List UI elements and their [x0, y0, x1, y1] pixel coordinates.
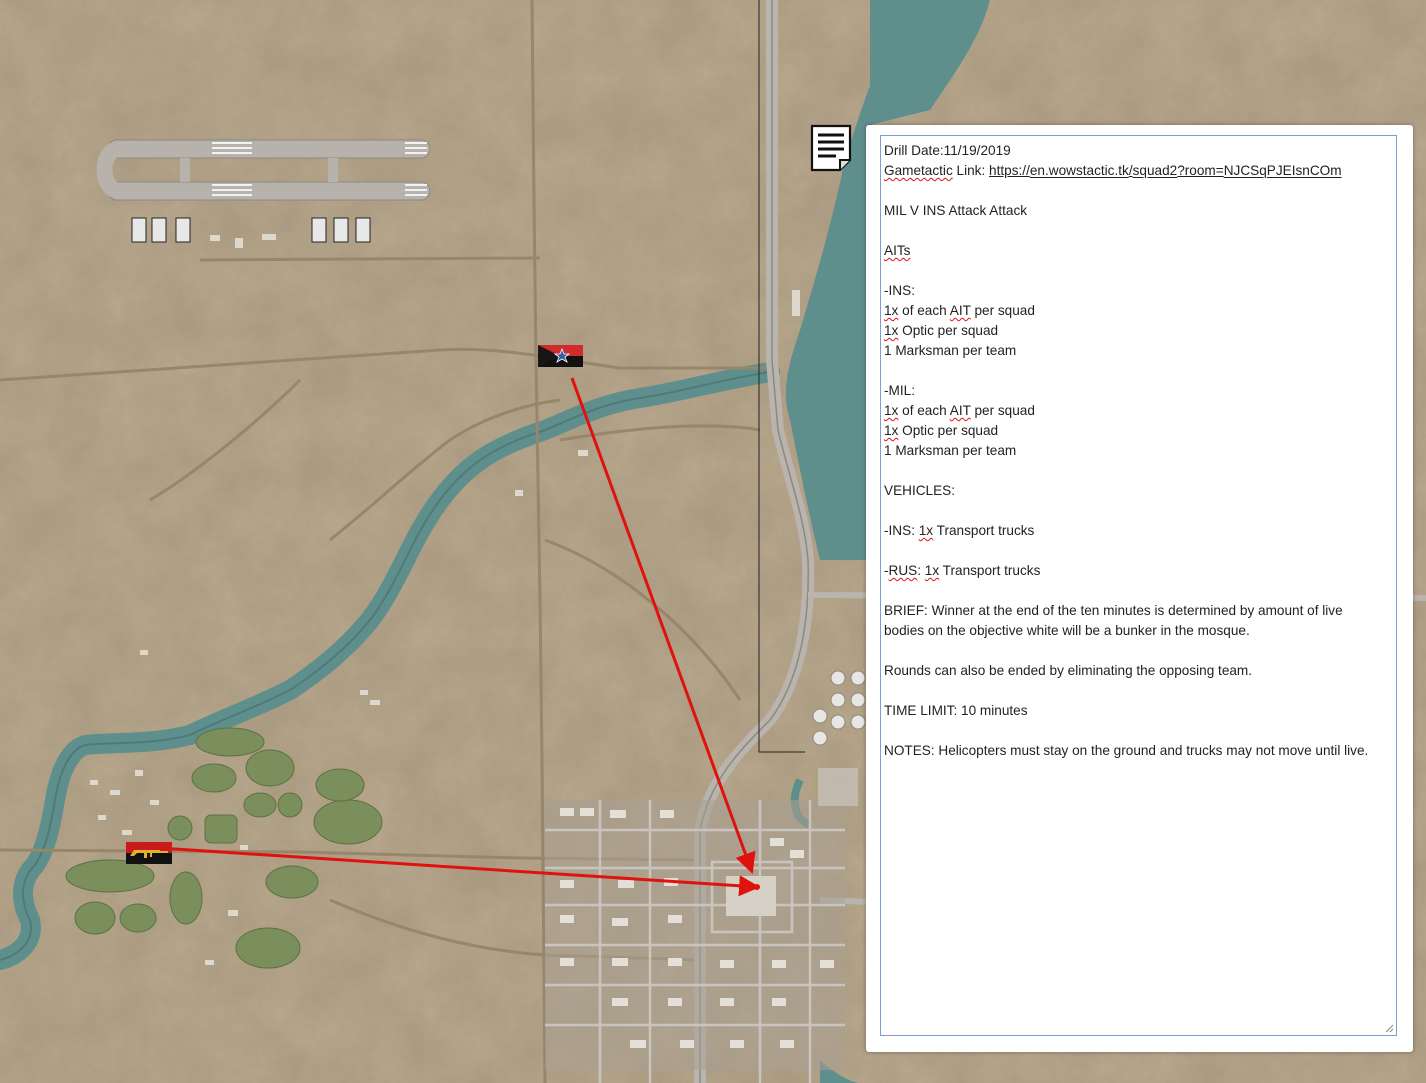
notes-text: -MIL:: [884, 383, 915, 398]
notes-text: Optic per squad: [898, 423, 999, 438]
notes-text: AIT: [949, 403, 971, 418]
notes-text: Rounds can also be ended by eliminating …: [884, 663, 1253, 678]
notes-text: BRIEF: Winner at the end of the ten minu…: [884, 603, 1343, 618]
notes-line: Rounds can also be ended by eliminating …: [884, 661, 1393, 681]
notes-line: Gametactic Link: https://en.wowstactic.t…: [884, 161, 1393, 181]
notes-line: [884, 221, 1393, 241]
notes-text: -INS:: [884, 283, 915, 298]
notes-line: BRIEF: Winner at the end of the ten minu…: [884, 601, 1393, 621]
notes-line: [884, 261, 1393, 281]
notes-text: 1x: [884, 423, 899, 438]
notes-link-text[interactable]: squad2: [1133, 163, 1178, 178]
notes-text: Transport trucks: [933, 523, 1035, 538]
notes-line: [884, 461, 1393, 481]
notes-text: 1x: [884, 403, 899, 418]
notes-line: [884, 581, 1393, 601]
notes-line: Drill Date:11/19/2019: [884, 141, 1393, 161]
notes-line: -RUS: 1x Transport trucks: [884, 561, 1393, 581]
notes-text: :: [917, 563, 925, 578]
notes-text: Link:: [952, 163, 990, 178]
notes-line: TIME LIMIT: 10 minutes: [884, 701, 1393, 721]
notes-document-icon[interactable]: [809, 124, 853, 172]
notes-line: AITs: [884, 241, 1393, 261]
notes-text: TIME LIMIT: 10 minutes: [884, 703, 1028, 718]
notes-text: Transport trucks: [939, 563, 1041, 578]
notes-text: of each: [898, 403, 950, 418]
notes-line: 1x Optic per squad: [884, 421, 1393, 441]
objective-marker: [754, 884, 760, 890]
notes-text: 1x: [884, 303, 899, 318]
notes-line: [884, 501, 1393, 521]
notes-line: VEHICLES:: [884, 481, 1393, 501]
notes-line: -INS:: [884, 281, 1393, 301]
mil-flag[interactable]: [126, 842, 172, 864]
notes-line: [884, 641, 1393, 661]
notes-line: -MIL:: [884, 381, 1393, 401]
notes-text: RUS: [888, 563, 918, 578]
notes-text: 1x: [924, 563, 940, 578]
notes-line: MIL V INS Attack Attack: [884, 201, 1393, 221]
notes-text: of each: [898, 303, 950, 318]
notes-text: AITs: [884, 243, 911, 258]
notes-text: per squad: [970, 303, 1035, 318]
notes-text: MIL V INS Attack Attack: [884, 203, 1028, 218]
notes-text: VEHICLES:: [884, 483, 956, 498]
notes-line: 1 Marksman per team: [884, 441, 1393, 461]
notes-text: Drill Date:11/19/2019: [884, 143, 1011, 158]
notes-line: [884, 541, 1393, 561]
notes-text: per squad: [970, 403, 1035, 418]
notes-text: 1x: [884, 323, 899, 338]
notes-line: NOTES: Helicopters must stay on the grou…: [884, 741, 1393, 761]
notes-text: 1 Marksman per team: [884, 343, 1017, 358]
notes-panel: Drill Date:11/19/2019 Gametactic Link: ht…: [866, 125, 1413, 1052]
notes-line: -INS: 1x Transport trucks: [884, 521, 1393, 541]
notes-text: Gametactic: [884, 163, 953, 178]
notes-line: [884, 361, 1393, 381]
notes-line: 1x Optic per squad: [884, 321, 1393, 341]
notes-text: 1 Marksman per team: [884, 443, 1017, 458]
notes-text: 1x: [918, 523, 934, 538]
notes-text: NOTES: Helicopters must stay on the grou…: [884, 743, 1369, 758]
notes-text: AIT: [949, 303, 971, 318]
notes-line: bodies on the objective white will be a …: [884, 621, 1393, 641]
notes-link-text[interactable]: https: [989, 163, 1018, 178]
notes-link-text[interactable]: ?room=: [1177, 163, 1223, 178]
notes-line: [884, 681, 1393, 701]
notes-text: -INS:: [884, 523, 919, 538]
notes-link-text[interactable]: en.wowstactic.tk: [1030, 163, 1129, 178]
notes-link-text[interactable]: NJCSqPJEIsnCOm: [1224, 163, 1342, 178]
notes-line: 1x of each AIT per squad: [884, 401, 1393, 421]
notes-line: [884, 181, 1393, 201]
notes-line: 1 Marksman per team: [884, 341, 1393, 361]
notes-line: [884, 721, 1393, 741]
notes-textarea[interactable]: Drill Date:11/19/2019 Gametactic Link: ht…: [880, 135, 1397, 1036]
notes-line: 1x of each AIT per squad: [884, 301, 1393, 321]
notes-link-text[interactable]: ://: [1019, 163, 1030, 178]
ins-flag[interactable]: [538, 345, 583, 367]
notes-text: bodies on the objective white will be a …: [884, 623, 1250, 638]
resize-grip-icon[interactable]: [1385, 1024, 1394, 1033]
notes-text: Optic per squad: [898, 323, 999, 338]
